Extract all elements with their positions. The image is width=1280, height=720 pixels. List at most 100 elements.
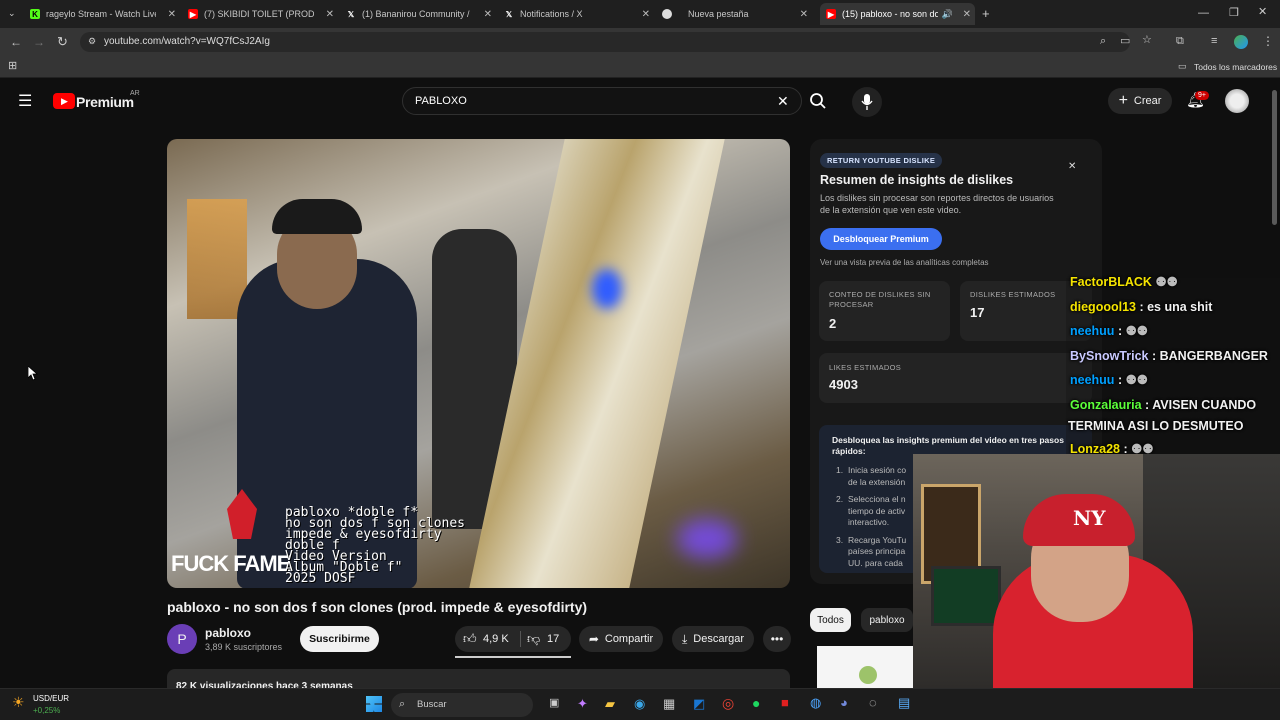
zoom-icon[interactable]: ⌕ [1100, 36, 1106, 47]
video-cap [272, 199, 362, 234]
browser-tab-2[interactable]: ▶ (7) SKIBIDI TOILET (PROD.CERO ✕ [188, 3, 338, 25]
browser-tab-1[interactable]: K rageylo Stream - Watch Live on ✕ [30, 3, 180, 25]
close-tab-icon[interactable]: ✕ [800, 9, 808, 20]
chip-todos[interactable]: Todos [810, 608, 851, 632]
back-icon[interactable]: ← [10, 36, 22, 48]
taskbar-search[interactable]: ⌕ Buscar [391, 693, 533, 717]
xbox-logo-icon [859, 666, 877, 684]
panel-title: Resumen de insights de dislikes [820, 173, 1014, 187]
share-button[interactable]: ➦ Compartir [579, 626, 663, 652]
task-view-icon[interactable]: ▣ [549, 698, 559, 709]
dislike-count[interactable]: 17 [547, 633, 559, 645]
url-text[interactable]: youtube.com/watch?v=WQ7fCsJ2AIg [104, 36, 270, 47]
hamburger-menu-icon[interactable]: ☰ [18, 94, 32, 110]
video-overlay-text: pabloxo *doble f* no son dos f son clone… [285, 505, 466, 586]
forward-icon[interactable]: → [33, 36, 45, 48]
browser-tab-5[interactable]: Nueva pestaña ✕ [662, 3, 812, 25]
estimated-likes-value: 4903 [829, 377, 858, 392]
minimize-icon[interactable]: — [1198, 8, 1209, 19]
search-button[interactable] [802, 87, 834, 115]
discord-icon[interactable]: ◕ [840, 696, 848, 709]
reading-list-icon[interactable]: ≡ [1211, 36, 1217, 47]
like-count[interactable]: 4,9 K [483, 633, 509, 645]
extensions-icon[interactable]: ⧉ [1176, 36, 1184, 47]
webcam-device-screen [931, 566, 1001, 626]
speaker-icon[interactable]: 🔊 [942, 9, 953, 20]
video-brand-text: FUCK FAME [171, 551, 291, 576]
close-tab-icon[interactable]: ✕ [326, 9, 334, 20]
app-icon[interactable]: ■ [781, 696, 789, 709]
download-icon: ⤓ [681, 631, 688, 646]
app-icon[interactable]: ◍ [810, 696, 821, 709]
currency-pair[interactable]: USD/EUR [33, 694, 69, 703]
more-actions-icon[interactable]: ••• [763, 626, 791, 652]
tab-search-chevron-icon[interactable]: ⌄ [8, 9, 16, 18]
close-tab-icon[interactable]: ✕ [484, 9, 492, 20]
weather-icon[interactable]: ☀ [12, 695, 25, 709]
chrome-icon [662, 9, 672, 19]
search-box[interactable]: PABLOXO ✕ [402, 87, 802, 115]
close-window-icon[interactable]: ✕ [1258, 7, 1267, 18]
notification-count-badge: 9+ [1195, 91, 1209, 100]
profile-avatar[interactable] [1234, 35, 1248, 49]
search-input[interactable]: PABLOXO [415, 95, 467, 107]
chat-messages: FactorBLACK ⚉⚉ diegoool13 : es una shit … [1068, 270, 1268, 461]
related-video-thumbnail[interactable] [817, 646, 913, 688]
chat-message: neehuu : ⚉⚉ [1070, 373, 1149, 387]
like-dislike-group: 👍︎ 4,9 K 👎︎ 17 [455, 626, 571, 652]
apps-grid-icon[interactable]: ⊞ [8, 61, 17, 72]
file-explorer-icon[interactable]: ▰ [605, 697, 615, 710]
menu-kebab-icon[interactable]: ⋮ [1262, 35, 1274, 47]
like-icon[interactable]: 👍︎ [463, 631, 477, 647]
all-bookmarks[interactable]: Todos los marcadores [1194, 62, 1277, 72]
outlook-icon[interactable]: ◩ [693, 697, 705, 710]
chip-pabloxo[interactable]: pabloxo [861, 608, 913, 632]
channel-name[interactable]: pabloxo [205, 626, 251, 640]
user-avatar[interactable] [1225, 89, 1249, 113]
obs-icon[interactable]: ◌ [869, 696, 877, 709]
site-info-icon[interactable]: ⚙ [88, 37, 96, 46]
youtube-logo-icon[interactable]: ▶ [53, 93, 75, 109]
subscribe-button[interactable]: Suscribirme [300, 626, 379, 652]
youtube-icon: ▶ [826, 9, 836, 19]
close-tab-icon[interactable]: ✕ [963, 9, 971, 20]
browser-tab-3[interactable]: 𝕏 (1) Bananirou Community / X ✕ [346, 3, 496, 25]
browser-tab-6[interactable]: ▶ (15) pabloxo - no son dos f 🔊 ✕ [820, 3, 975, 25]
cap-logo-icon: NY [1073, 506, 1106, 530]
page-scrollbar[interactable] [1272, 90, 1277, 225]
unlock-premium-button[interactable]: Desbloquear Premium [820, 228, 942, 250]
app-icon[interactable]: ▤ [898, 696, 910, 709]
reload-icon[interactable]: ↻ [57, 35, 68, 48]
close-tab-icon[interactable]: ✕ [168, 9, 176, 20]
description-box[interactable]: 82 K visualizaciones hace 3 semanas [167, 669, 790, 689]
video-player[interactable]: FUCK FAME pabloxo *doble f* no son dos f… [167, 139, 790, 588]
step-3: Recarga YouTu países principa UU. para c… [848, 534, 907, 568]
dislike-icon[interactable]: 👎︎ [527, 631, 540, 647]
close-tab-icon[interactable]: ✕ [642, 9, 650, 20]
windows-start-icon[interactable] [366, 696, 382, 712]
create-button[interactable]: + Crear [1108, 88, 1172, 114]
chat-message-continued: TERMINA ASI LO DESMUTEO [1068, 418, 1244, 433]
spotify-icon[interactable]: ● [752, 696, 760, 710]
browser-tab-4[interactable]: 𝕏 Notifications / X ✕ [504, 3, 654, 25]
youtube-premium-logo[interactable]: Premium [76, 94, 134, 110]
close-panel-icon[interactable]: ✕ [1068, 161, 1076, 172]
copilot-icon[interactable]: ✦ [577, 697, 588, 710]
preview-analytics-link[interactable]: Ver una vista previa de las analíticas c… [820, 258, 989, 267]
edge-icon[interactable]: ◉ [634, 697, 645, 710]
store-icon[interactable]: ▦ [663, 697, 675, 710]
video-blue-light [592, 269, 622, 309]
address-bar[interactable]: ⚙ youtube.com/watch?v=WQ7fCsJ2AIg ⌕ ▭ ☆ [80, 32, 1152, 52]
video-purple-light [677, 519, 737, 559]
maximize-icon[interactable]: ❐ [1229, 8, 1239, 19]
cast-icon[interactable]: ▭ [1120, 36, 1130, 47]
bookmark-star-icon[interactable]: ☆ [1142, 35, 1152, 46]
new-tab-icon[interactable]: + [982, 7, 990, 20]
chrome-taskbar-icon[interactable]: ◎ [722, 696, 734, 710]
extension-badge: RETURN YOUTUBE DISLIKE [820, 153, 943, 168]
download-button[interactable]: ⤓ Descargar [672, 626, 754, 652]
emote-icon: ⚉⚉ [1155, 275, 1178, 289]
clear-search-icon[interactable]: ✕ [777, 94, 789, 108]
channel-avatar[interactable]: P [167, 624, 197, 654]
voice-search-button[interactable] [852, 87, 882, 117]
